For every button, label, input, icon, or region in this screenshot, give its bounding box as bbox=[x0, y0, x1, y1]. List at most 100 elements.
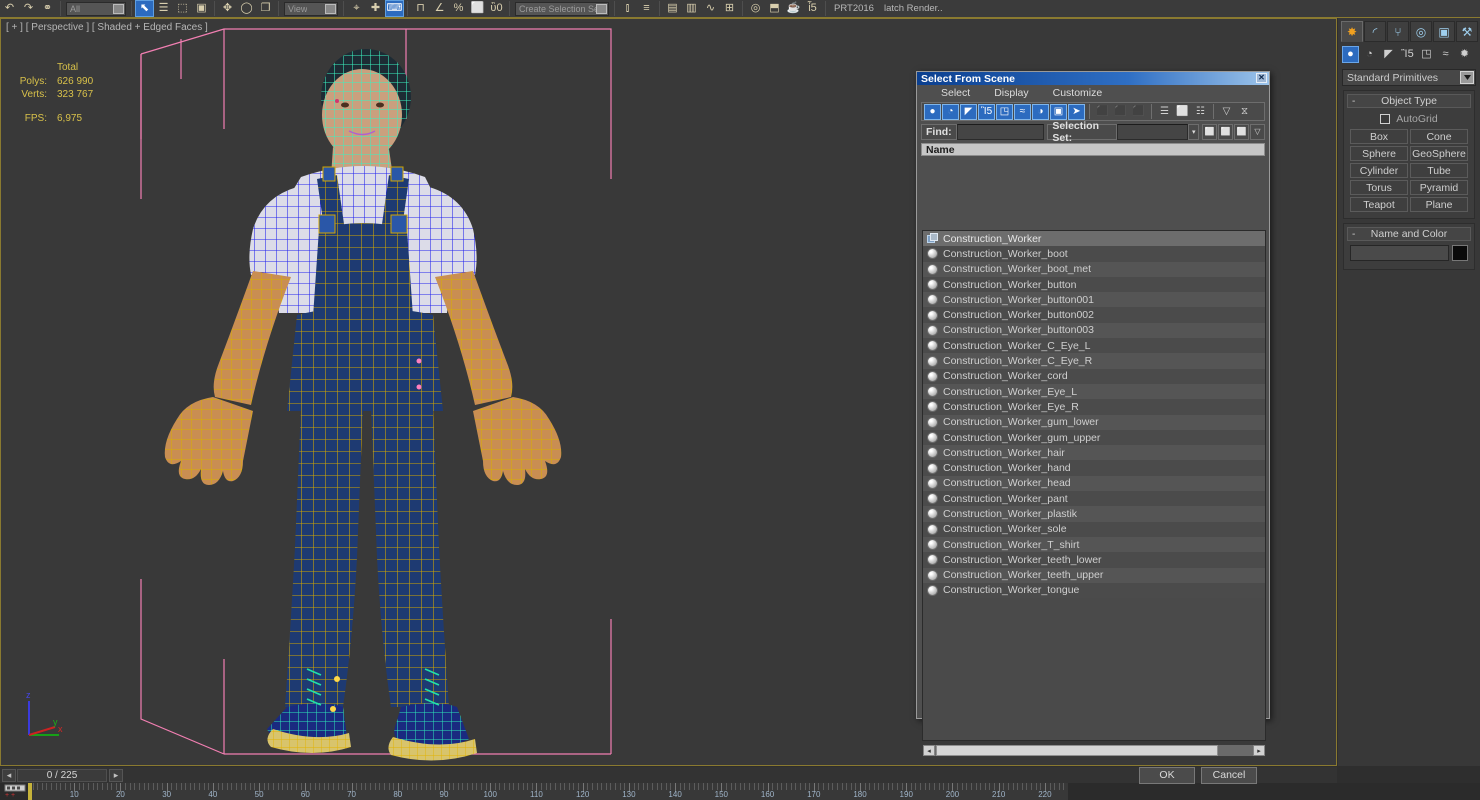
object-type-button-cone[interactable]: Cone bbox=[1410, 129, 1468, 144]
display-dependents-icon[interactable]: ⬛ bbox=[1130, 104, 1147, 120]
rectangular-select-region-icon[interactable]: ⬚ bbox=[173, 0, 192, 17]
object-name-input[interactable] bbox=[1350, 245, 1449, 261]
systems-icon[interactable]: ✹ bbox=[1456, 46, 1473, 63]
motion-tab[interactable]: ◎ bbox=[1410, 21, 1432, 42]
list-item[interactable]: Construction_Worker_button002 bbox=[923, 307, 1265, 323]
hierarchy-tab[interactable]: ⑂ bbox=[1387, 21, 1409, 42]
advanced-filter-icon[interactable]: ⧖ bbox=[1236, 104, 1253, 120]
create-selection-set-combo[interactable]: Create Selection Set bbox=[515, 1, 609, 16]
delete-set-icon[interactable]: ⬜ bbox=[1217, 124, 1233, 140]
cameras-icon[interactable]: Ἲ5 bbox=[1399, 46, 1416, 63]
list-item[interactable]: Construction_Worker_button003 bbox=[923, 322, 1265, 339]
lights-icon[interactable]: ◤ bbox=[1380, 46, 1397, 63]
list-item[interactable]: Construction_Worker_tongue bbox=[923, 582, 1265, 599]
object-type-button-sphere[interactable]: Sphere bbox=[1350, 146, 1408, 161]
selection-filter-combo[interactable]: All bbox=[66, 1, 126, 16]
object-type-button-teapot[interactable]: Teapot bbox=[1350, 197, 1408, 212]
collapse-all-icon[interactable]: ⬜ bbox=[1174, 104, 1191, 120]
sort-options-icon[interactable]: ▽ bbox=[1249, 124, 1265, 140]
object-type-button-tube[interactable]: Tube bbox=[1410, 163, 1468, 178]
close-icon[interactable]: ✕ bbox=[1256, 73, 1267, 83]
list-item[interactable]: Construction_Worker_head bbox=[923, 475, 1265, 492]
object-type-button-box[interactable]: Box bbox=[1350, 129, 1408, 144]
list-item[interactable]: Construction_Worker bbox=[923, 231, 1265, 247]
render-production-icon[interactable]: ἷ5 bbox=[803, 0, 822, 17]
list-item[interactable]: Construction_Worker_button001 bbox=[923, 292, 1265, 308]
list-item[interactable]: Construction_Worker_Eye_L bbox=[923, 383, 1265, 400]
select-from-scene-dialog[interactable]: Select From Scene ✕ Select Display Customi… bbox=[916, 71, 1270, 784]
display-groups-xrefs-icon[interactable]: ◑ bbox=[1032, 103, 1049, 120]
list-item[interactable]: Construction_Worker_C_Eye_R bbox=[923, 353, 1265, 369]
list-item[interactable]: Construction_Worker_pant bbox=[923, 491, 1265, 507]
list-item[interactable]: Construction_Worker_plastik bbox=[923, 506, 1265, 522]
select-and-manipulate-icon[interactable]: ✚ bbox=[366, 0, 385, 17]
current-frame-field[interactable]: 0 / 225 bbox=[17, 769, 107, 782]
select-and-scale-icon[interactable]: ❐ bbox=[256, 0, 275, 17]
scroll-right-button[interactable]: ▸ bbox=[1253, 745, 1265, 756]
named-selection-sets-icon[interactable]: ὒ0 bbox=[487, 0, 506, 17]
helpers-icon[interactable]: ◳ bbox=[1418, 46, 1435, 63]
object-color-swatch[interactable] bbox=[1452, 245, 1468, 261]
select-and-move-icon[interactable]: ✥ bbox=[218, 0, 237, 17]
object-type-button-geosphere[interactable]: GeoSphere bbox=[1410, 146, 1468, 161]
list-item[interactable]: Construction_Worker_hair bbox=[923, 445, 1265, 461]
list-types-icon[interactable]: ☷ bbox=[1192, 104, 1209, 120]
object-type-button-torus[interactable]: Torus bbox=[1350, 180, 1408, 195]
mirror-icon[interactable]: ⫾ bbox=[618, 0, 637, 17]
scene-explorer-icon[interactable]: ▥ bbox=[682, 0, 701, 17]
dialog-title-bar[interactable]: Select From Scene ✕ bbox=[917, 72, 1269, 85]
list-column-header[interactable]: Name bbox=[921, 143, 1265, 156]
utilities-tab[interactable]: ⚒ bbox=[1456, 21, 1478, 42]
filter-icon[interactable]: ▽ bbox=[1218, 104, 1235, 120]
collapse-toggle-icon[interactable]: - bbox=[1352, 229, 1355, 240]
select-object-icon[interactable]: ⬉ bbox=[135, 0, 154, 17]
object-type-button-plane[interactable]: Plane bbox=[1410, 197, 1468, 212]
list-item[interactable]: Construction_Worker_T_shirt bbox=[923, 536, 1265, 553]
display-influences-icon[interactable]: ⬛ bbox=[1112, 104, 1129, 120]
list-item[interactable]: Construction_Worker_cord bbox=[923, 368, 1265, 384]
selection-set-input[interactable] bbox=[1116, 124, 1189, 140]
scroll-left-button[interactable]: ◂ bbox=[923, 745, 935, 756]
horizontal-scrollbar[interactable]: ◂ ▸ bbox=[922, 744, 1266, 757]
create-tab[interactable]: ✸ bbox=[1341, 21, 1363, 42]
list-item[interactable]: Construction_Worker_gum_lower bbox=[923, 414, 1265, 430]
dialog-menu-display[interactable]: Display bbox=[982, 87, 1040, 99]
display-shapes-icon[interactable]: ◔ bbox=[942, 103, 959, 120]
prev-frame-button[interactable]: ◂ bbox=[2, 769, 16, 782]
list-item[interactable]: Construction_Worker_boot_met bbox=[923, 261, 1265, 277]
display-bone-objects-icon[interactable]: ➤ bbox=[1068, 103, 1085, 120]
spinner-snap-toggle-icon[interactable]: ⬜ bbox=[468, 0, 487, 17]
angle-snap-toggle-icon[interactable]: ∠ bbox=[430, 0, 449, 17]
chevron-down-icon[interactable] bbox=[325, 3, 336, 14]
list-item[interactable]: Construction_Worker_gum_upper bbox=[923, 429, 1265, 446]
dialog-menu-customize[interactable]: Customize bbox=[1041, 87, 1115, 99]
chevron-down-icon[interactable] bbox=[596, 3, 607, 14]
expand-all-icon[interactable]: ☰ bbox=[1156, 104, 1173, 120]
snaps-toggle-icon[interactable]: ⊓ bbox=[411, 0, 430, 17]
cancel-button[interactable]: Cancel bbox=[1201, 766, 1257, 784]
list-item[interactable]: Construction_Worker_Eye_R bbox=[923, 399, 1265, 415]
use-pivot-point-center-icon[interactable]: ⌖ bbox=[347, 0, 366, 17]
construction-worker-model[interactable] bbox=[1, 19, 701, 766]
object-type-header[interactable]: - Object Type bbox=[1347, 94, 1471, 108]
time-playhead[interactable] bbox=[28, 783, 32, 800]
percent-snap-toggle-icon[interactable]: % bbox=[449, 0, 468, 17]
display-helpers-icon[interactable]: ◳ bbox=[996, 103, 1013, 120]
find-input[interactable] bbox=[956, 124, 1044, 140]
scrollbar-thumb[interactable] bbox=[936, 745, 1218, 756]
collapse-toggle-icon[interactable]: - bbox=[1352, 96, 1355, 107]
render-setup-icon[interactable]: ⬒ bbox=[765, 0, 784, 17]
add-to-set-icon[interactable]: ⬜ bbox=[1233, 124, 1249, 140]
display-external-references-icon[interactable]: ▣ bbox=[1050, 103, 1067, 120]
geometry-icon[interactable]: ● bbox=[1342, 46, 1359, 63]
dialog-menu-select[interactable]: Select bbox=[929, 87, 982, 99]
display-tab[interactable]: ▣ bbox=[1433, 21, 1455, 42]
render-frame-window-icon[interactable]: ☕ bbox=[784, 0, 803, 17]
chevron-down-icon[interactable] bbox=[1460, 71, 1474, 84]
list-item[interactable]: Construction_Worker_teeth_lower bbox=[923, 552, 1265, 568]
next-frame-button[interactable]: ▸ bbox=[109, 769, 123, 782]
primitive-category-combo[interactable]: Standard Primitives bbox=[1342, 69, 1476, 86]
undo-icon[interactable]: ↶ bbox=[0, 0, 19, 17]
keyboard-shortcut-override-icon[interactable]: ⌨ bbox=[385, 0, 404, 17]
select-link-icon[interactable]: ⚭ bbox=[38, 0, 57, 17]
